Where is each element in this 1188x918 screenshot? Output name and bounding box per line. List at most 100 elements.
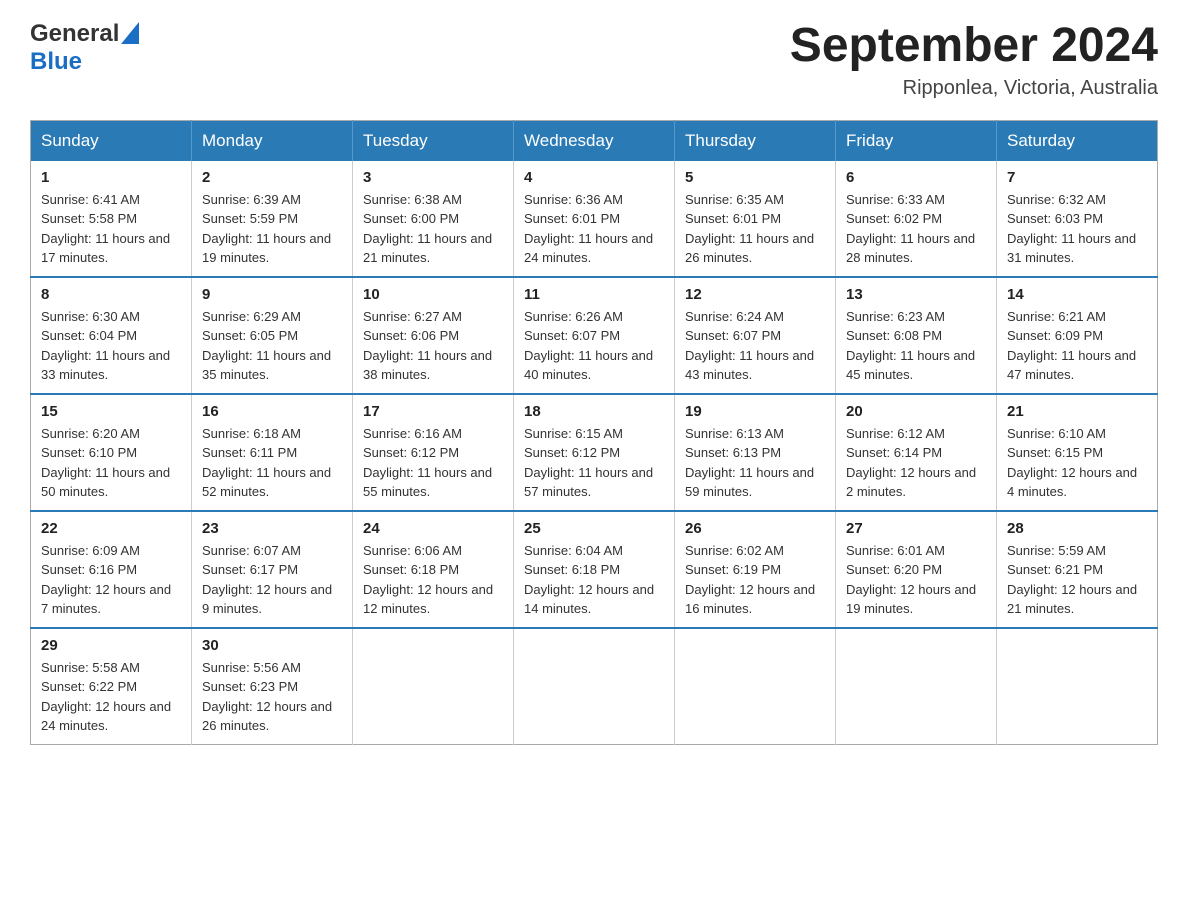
calendar-cell: 27Sunrise: 6:01 AMSunset: 6:20 PMDayligh…	[836, 511, 997, 628]
day-number: 11	[524, 286, 664, 303]
column-header-saturday: Saturday	[997, 120, 1158, 161]
day-number: 1	[41, 169, 181, 186]
day-number: 15	[41, 403, 181, 420]
day-info: Sunrise: 6:27 AMSunset: 6:06 PMDaylight:…	[363, 307, 503, 385]
day-info: Sunrise: 6:32 AMSunset: 6:03 PMDaylight:…	[1007, 190, 1147, 268]
calendar-cell	[836, 628, 997, 745]
day-number: 5	[685, 169, 825, 186]
day-info: Sunrise: 6:26 AMSunset: 6:07 PMDaylight:…	[524, 307, 664, 385]
day-info: Sunrise: 6:41 AMSunset: 5:58 PMDaylight:…	[41, 190, 181, 268]
day-info: Sunrise: 6:02 AMSunset: 6:19 PMDaylight:…	[685, 541, 825, 619]
column-header-monday: Monday	[192, 120, 353, 161]
day-info: Sunrise: 6:24 AMSunset: 6:07 PMDaylight:…	[685, 307, 825, 385]
day-info: Sunrise: 6:12 AMSunset: 6:14 PMDaylight:…	[846, 424, 986, 502]
calendar-week-row: 29 Sunrise: 5:58 AMSunset: 6:22 PMDayligh…	[31, 628, 1158, 745]
calendar-cell	[675, 628, 836, 745]
calendar-cell: 15Sunrise: 6:20 AMSunset: 6:10 PMDayligh…	[31, 394, 192, 511]
day-info: Sunrise: 6:06 AMSunset: 6:18 PMDaylight:…	[363, 541, 503, 619]
day-number: 20	[846, 403, 986, 420]
logo-general-text: General	[30, 20, 119, 48]
calendar-cell: 1 Sunrise: 6:41 AMSunset: 5:58 PMDaylight…	[31, 161, 192, 277]
calendar-cell: 3Sunrise: 6:38 AMSunset: 6:00 PMDaylight…	[353, 161, 514, 277]
day-number: 9	[202, 286, 342, 303]
calendar-cell: 10Sunrise: 6:27 AMSunset: 6:06 PMDayligh…	[353, 277, 514, 394]
location-title: Ripponlea, Victoria, Australia	[790, 77, 1158, 100]
day-info: Sunrise: 6:21 AMSunset: 6:09 PMDaylight:…	[1007, 307, 1147, 385]
calendar-cell: 4Sunrise: 6:36 AMSunset: 6:01 PMDaylight…	[514, 161, 675, 277]
day-info: Sunrise: 6:07 AMSunset: 6:17 PMDaylight:…	[202, 541, 342, 619]
calendar-week-row: 1 Sunrise: 6:41 AMSunset: 5:58 PMDaylight…	[31, 161, 1158, 277]
day-number: 13	[846, 286, 986, 303]
calendar-cell: 11 Sunrise: 6:26 AMSunset: 6:07 PMDayligh…	[514, 277, 675, 394]
day-info: Sunrise: 6:15 AMSunset: 6:12 PMDaylight:…	[524, 424, 664, 502]
calendar-cell: 7 Sunrise: 6:32 AMSunset: 6:03 PMDaylight…	[997, 161, 1158, 277]
day-info: Sunrise: 5:59 AMSunset: 6:21 PMDaylight:…	[1007, 541, 1147, 619]
day-number: 2	[202, 169, 342, 186]
logo-blue-text: Blue	[30, 48, 82, 76]
calendar-cell: 23Sunrise: 6:07 AMSunset: 6:17 PMDayligh…	[192, 511, 353, 628]
page-header: General Blue September 2024 Ripponlea, V…	[30, 20, 1158, 100]
day-number: 7	[1007, 169, 1147, 186]
title-area: September 2024 Ripponlea, Victoria, Aust…	[790, 20, 1158, 100]
column-header-tuesday: Tuesday	[353, 120, 514, 161]
calendar-week-row: 15Sunrise: 6:20 AMSunset: 6:10 PMDayligh…	[31, 394, 1158, 511]
calendar-cell: 17 Sunrise: 6:16 AMSunset: 6:12 PMDayligh…	[353, 394, 514, 511]
day-info: Sunrise: 6:18 AMSunset: 6:11 PMDaylight:…	[202, 424, 342, 502]
day-number: 30	[202, 637, 342, 654]
day-info: Sunrise: 6:38 AMSunset: 6:00 PMDaylight:…	[363, 190, 503, 268]
day-number: 24	[363, 520, 503, 537]
day-info: Sunrise: 6:04 AMSunset: 6:18 PMDaylight:…	[524, 541, 664, 619]
calendar-header-row: SundayMondayTuesdayWednesdayThursdayFrid…	[31, 120, 1158, 161]
day-number: 19	[685, 403, 825, 420]
calendar-cell: 28 Sunrise: 5:59 AMSunset: 6:21 PMDayligh…	[997, 511, 1158, 628]
calendar-cell: 22 Sunrise: 6:09 AMSunset: 6:16 PMDayligh…	[31, 511, 192, 628]
day-info: Sunrise: 6:29 AMSunset: 6:05 PMDaylight:…	[202, 307, 342, 385]
calendar-table: SundayMondayTuesdayWednesdayThursdayFrid…	[30, 120, 1158, 745]
day-number: 29	[41, 637, 181, 654]
day-info: Sunrise: 6:01 AMSunset: 6:20 PMDaylight:…	[846, 541, 986, 619]
day-info: Sunrise: 6:09 AMSunset: 6:16 PMDaylight:…	[41, 541, 181, 619]
calendar-week-row: 22 Sunrise: 6:09 AMSunset: 6:16 PMDayligh…	[31, 511, 1158, 628]
day-number: 16	[202, 403, 342, 420]
calendar-cell: 19 Sunrise: 6:13 AMSunset: 6:13 PMDayligh…	[675, 394, 836, 511]
logo: General Blue	[30, 20, 139, 76]
calendar-cell: 6 Sunrise: 6:33 AMSunset: 6:02 PMDaylight…	[836, 161, 997, 277]
day-info: Sunrise: 6:23 AMSunset: 6:08 PMDaylight:…	[846, 307, 986, 385]
day-number: 18	[524, 403, 664, 420]
calendar-cell: 2Sunrise: 6:39 AMSunset: 5:59 PMDaylight…	[192, 161, 353, 277]
day-info: Sunrise: 6:10 AMSunset: 6:15 PMDaylight:…	[1007, 424, 1147, 502]
column-header-wednesday: Wednesday	[514, 120, 675, 161]
calendar-cell: 21Sunrise: 6:10 AMSunset: 6:15 PMDayligh…	[997, 394, 1158, 511]
day-number: 28	[1007, 520, 1147, 537]
calendar-cell: 16 Sunrise: 6:18 AMSunset: 6:11 PMDayligh…	[192, 394, 353, 511]
calendar-cell: 29 Sunrise: 5:58 AMSunset: 6:22 PMDayligh…	[31, 628, 192, 745]
calendar-cell: 8Sunrise: 6:30 AMSunset: 6:04 PMDaylight…	[31, 277, 192, 394]
calendar-week-row: 8Sunrise: 6:30 AMSunset: 6:04 PMDaylight…	[31, 277, 1158, 394]
calendar-cell: 20 Sunrise: 6:12 AMSunset: 6:14 PMDayligh…	[836, 394, 997, 511]
day-number: 25	[524, 520, 664, 537]
calendar-cell: 30 Sunrise: 5:56 AMSunset: 6:23 PMDayligh…	[192, 628, 353, 745]
calendar-cell: 25 Sunrise: 6:04 AMSunset: 6:18 PMDayligh…	[514, 511, 675, 628]
day-number: 12	[685, 286, 825, 303]
day-info: Sunrise: 6:33 AMSunset: 6:02 PMDaylight:…	[846, 190, 986, 268]
day-info: Sunrise: 5:56 AMSunset: 6:23 PMDaylight:…	[202, 658, 342, 736]
calendar-cell: 5Sunrise: 6:35 AMSunset: 6:01 PMDaylight…	[675, 161, 836, 277]
calendar-cell: 9 Sunrise: 6:29 AMSunset: 6:05 PMDaylight…	[192, 277, 353, 394]
day-info: Sunrise: 5:58 AMSunset: 6:22 PMDaylight:…	[41, 658, 181, 736]
calendar-cell: 12 Sunrise: 6:24 AMSunset: 6:07 PMDayligh…	[675, 277, 836, 394]
day-number: 6	[846, 169, 986, 186]
day-info: Sunrise: 6:13 AMSunset: 6:13 PMDaylight:…	[685, 424, 825, 502]
day-info: Sunrise: 6:30 AMSunset: 6:04 PMDaylight:…	[41, 307, 181, 385]
calendar-cell: 18 Sunrise: 6:15 AMSunset: 6:12 PMDayligh…	[514, 394, 675, 511]
month-title: September 2024	[790, 20, 1158, 73]
day-number: 26	[685, 520, 825, 537]
day-number: 22	[41, 520, 181, 537]
column-header-friday: Friday	[836, 120, 997, 161]
calendar-cell: 26 Sunrise: 6:02 AMSunset: 6:19 PMDayligh…	[675, 511, 836, 628]
day-number: 4	[524, 169, 664, 186]
calendar-cell	[353, 628, 514, 745]
calendar-cell	[997, 628, 1158, 745]
column-header-sunday: Sunday	[31, 120, 192, 161]
day-number: 17	[363, 403, 503, 420]
day-info: Sunrise: 6:16 AMSunset: 6:12 PMDaylight:…	[363, 424, 503, 502]
